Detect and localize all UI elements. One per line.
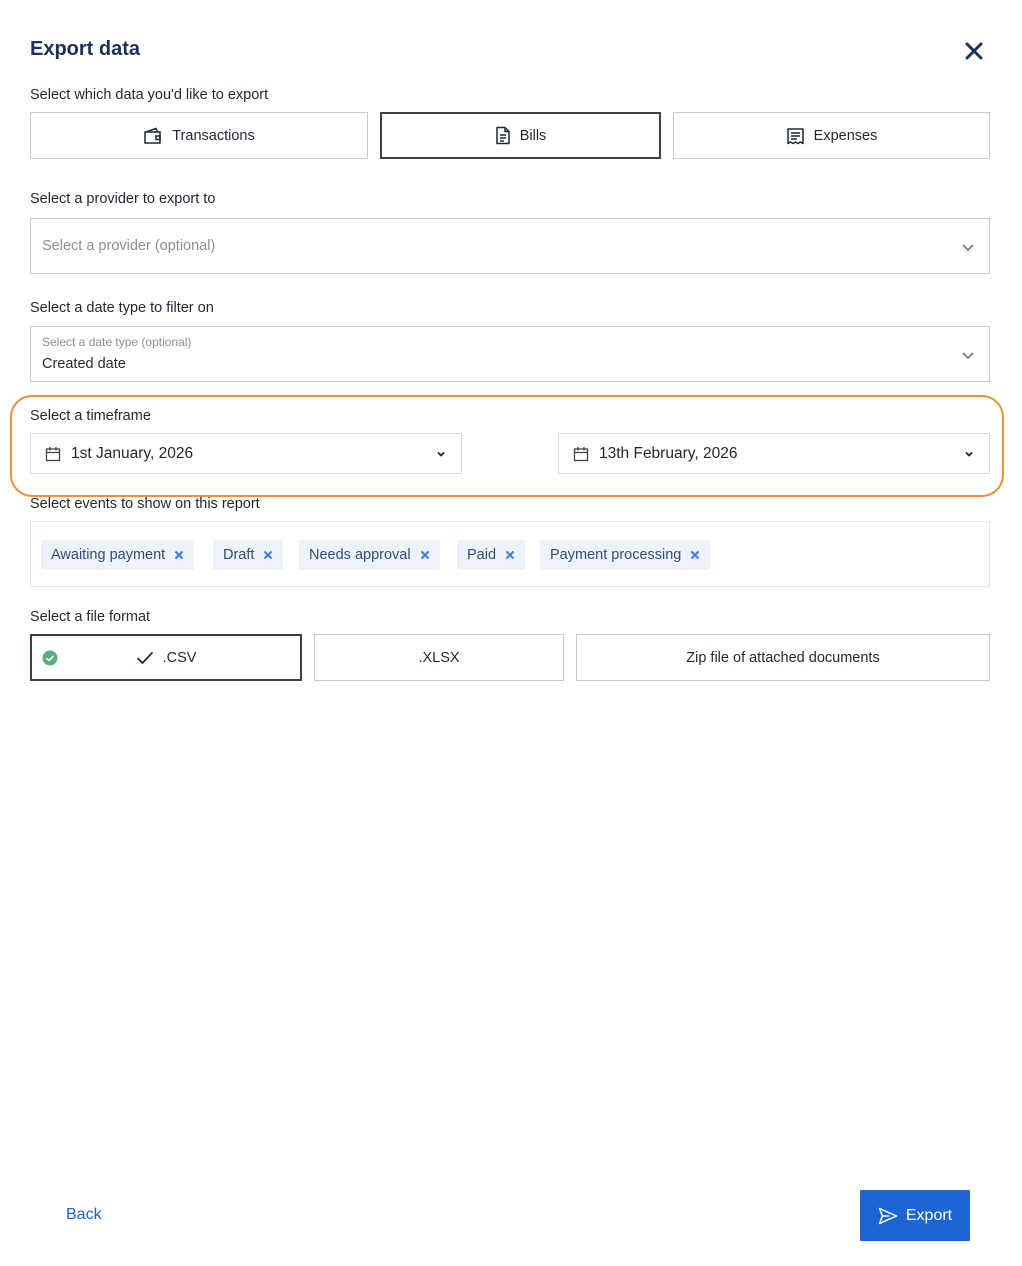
remove-chip-button[interactable] <box>505 550 515 560</box>
date-type-label: Select a date type to filter on <box>30 300 214 316</box>
zip-format-label: Zip file of attached documents <box>686 649 880 666</box>
export-label: Export <box>905 1206 953 1224</box>
document-icon <box>495 126 510 145</box>
calendar-icon <box>573 446 589 461</box>
csv-format-label: .CSV <box>162 649 197 666</box>
date-type-placeholder: Select a date type (optional) <box>42 335 192 349</box>
transactions-button[interactable]: Transactions <box>30 112 368 159</box>
export-button[interactable]: Export <box>860 1190 970 1241</box>
close-icon <box>264 550 273 560</box>
remove-chip-button[interactable] <box>690 550 700 560</box>
event-chip: Payment processing <box>540 540 711 570</box>
close-icon <box>965 42 983 60</box>
start-date-picker[interactable]: 1st January, 2026 <box>30 433 462 474</box>
event-chip-label: Paid <box>467 547 497 563</box>
receipt-icon <box>786 127 804 144</box>
close-icon <box>420 550 429 560</box>
remove-chip-button[interactable] <box>263 550 273 560</box>
calendar-icon <box>45 446 61 461</box>
chevron-down-icon <box>962 352 974 360</box>
event-chip: Needs approval <box>299 540 440 570</box>
chevron-down-icon <box>962 244 974 252</box>
chevron-down-icon <box>965 451 973 457</box>
date-type-value: Created date <box>42 356 126 372</box>
provider-label: Select a provider to export to <box>30 191 216 207</box>
remove-chip-button[interactable] <box>174 550 184 560</box>
csv-format-button[interactable]: .CSV <box>30 634 302 681</box>
event-chip-label: Draft <box>223 547 255 563</box>
back-button[interactable]: Back <box>66 1206 102 1224</box>
provider-placeholder: Select a provider (optional) <box>42 238 216 254</box>
chevron-down-icon <box>437 451 445 457</box>
close-icon <box>174 550 184 560</box>
bills-label: Bills <box>519 127 547 144</box>
close-icon <box>505 550 515 560</box>
file-format-label: Select a file format <box>30 609 151 625</box>
event-chip: Draft <box>213 540 284 570</box>
success-check-icon <box>42 650 58 666</box>
start-date-value: 1st January, 2026 <box>71 444 194 462</box>
transactions-label: Transactions <box>172 127 255 144</box>
provider-select[interactable]: Select a provider (optional) <box>30 218 990 274</box>
wallet-icon <box>144 127 162 144</box>
end-date-picker[interactable]: 13th February, 2026 <box>558 433 990 474</box>
close-icon <box>691 550 700 560</box>
events-label: Select events to show on this report <box>30 496 260 512</box>
zip-format-button[interactable]: Zip file of attached documents <box>576 634 990 681</box>
bills-button[interactable]: Bills <box>380 112 661 159</box>
event-chip-label: Payment processing <box>550 547 682 563</box>
date-type-select[interactable]: Select a date type (optional) Created da… <box>30 326 990 382</box>
xlsx-format-label: .XLSX <box>418 649 460 666</box>
send-icon <box>878 1207 898 1224</box>
expenses-label: Expenses <box>813 127 878 144</box>
timeframe-label: Select a timeframe <box>30 408 151 424</box>
close-button[interactable] <box>962 39 986 63</box>
xlsx-format-button[interactable]: .XLSX <box>314 634 564 681</box>
dialog-title: Export data <box>30 38 141 60</box>
remove-chip-button[interactable] <box>420 550 430 560</box>
checkmark-icon <box>136 651 153 664</box>
events-multiselect[interactable]: Awaiting payment Draft Needs approval Pa… <box>30 521 990 587</box>
event-chip-label: Needs approval <box>309 547 411 563</box>
expenses-button[interactable]: Expenses <box>673 112 990 159</box>
data-type-label: Select which data you'd like to export <box>30 87 269 103</box>
event-chip-label: Awaiting payment <box>51 547 166 563</box>
event-chip: Awaiting payment <box>41 540 195 570</box>
event-chip: Paid <box>457 540 526 570</box>
end-date-value: 13th February, 2026 <box>599 444 738 462</box>
